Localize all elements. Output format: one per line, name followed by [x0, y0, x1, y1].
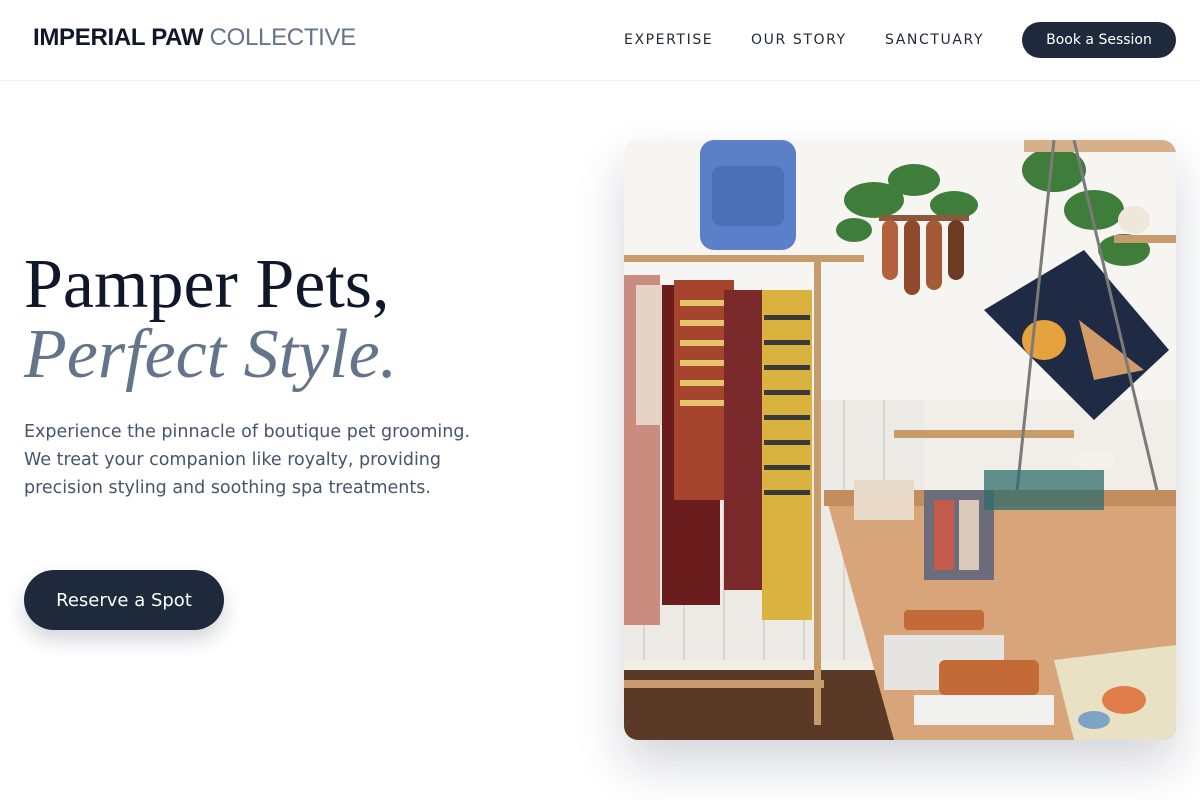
- reserve-spot-button[interactable]: Reserve a Spot: [24, 570, 224, 630]
- nav-link-sanctuary[interactable]: SANCTUARY: [885, 32, 984, 48]
- site-header: IMPERIAL PAW COLLECTIVE EXPERTISE OUR ST…: [0, 0, 1200, 81]
- book-session-button[interactable]: Book a Session: [1022, 22, 1176, 58]
- nav-link-our-story[interactable]: OUR STORY: [751, 32, 847, 48]
- hero-subtitle: Experience the pinnacle of boutique pet …: [24, 422, 471, 498]
- hero-title-line2: Perfect Style.: [24, 316, 398, 393]
- hero-title: Pamper Pets, Perfect Style.: [24, 250, 584, 390]
- nav-link-expertise[interactable]: EXPERTISE: [624, 32, 713, 48]
- hero-image: [624, 140, 1176, 740]
- main-nav: EXPERTISE OUR STORY SANCTUARY: [0, 30, 1200, 50]
- hero-title-line1: Pamper Pets,: [24, 246, 390, 323]
